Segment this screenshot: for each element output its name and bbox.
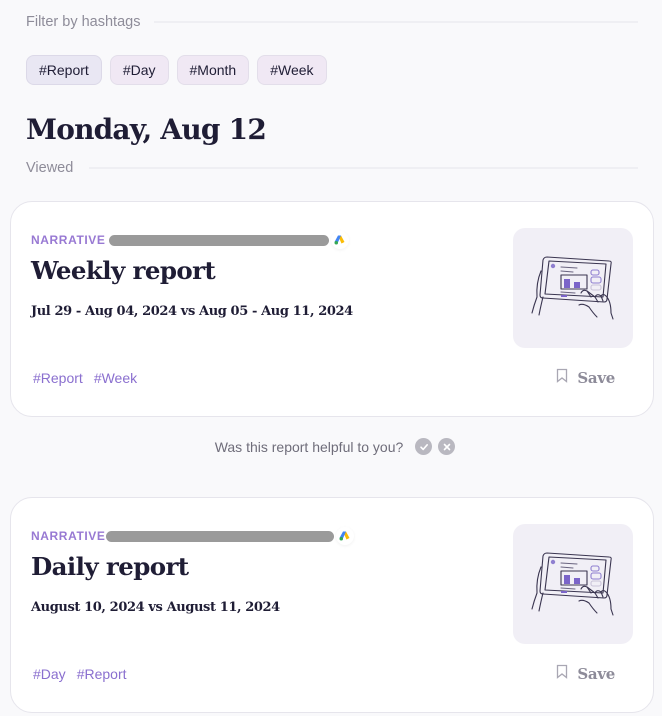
viewed-label: Viewed	[26, 160, 74, 176]
category-label: NARRATIVE	[31, 529, 106, 543]
hashtag-filter-report[interactable]: #Report	[26, 55, 102, 85]
reports-feed: Filter by hashtags #Report #Day #Month #…	[0, 0, 662, 716]
feedback-prompt: Was this report helpful to you?	[0, 438, 662, 455]
tag-report[interactable]: #Report	[77, 666, 127, 682]
save-label: Save	[577, 665, 615, 683]
divider	[154, 21, 638, 23]
filter-label: Filter by hashtags	[26, 14, 141, 30]
redacted-account-name	[105, 530, 334, 542]
report-date-range: Jul 29 - Aug 04, 2024 vs Aug 05 - Aug 11…	[31, 304, 353, 319]
report-title[interactable]: Weekly report	[31, 256, 216, 285]
card-tags: #Report #Week	[33, 370, 137, 386]
bookmark-icon	[556, 368, 568, 388]
tag-day[interactable]: #Day	[33, 666, 66, 682]
card-tags: #Day #Report	[33, 666, 127, 682]
tag-report[interactable]: #Report	[33, 370, 83, 386]
check-circle-icon[interactable]	[415, 438, 433, 455]
hashtag-filter-list: #Report #Day #Month #Week	[26, 55, 327, 85]
google-ads-icon	[330, 231, 349, 249]
x-circle-icon[interactable]	[438, 438, 456, 455]
report-date-range: August 10, 2024 vs August 11, 2024	[31, 600, 280, 615]
google-ads-icon	[335, 527, 354, 545]
bookmark-icon	[556, 664, 568, 684]
divider	[89, 167, 638, 169]
filter-header: Filter by hashtags	[26, 14, 638, 30]
report-card[interactable]: NARRATIVE Weekly report Jul 29 - Aug 04,…	[10, 201, 654, 417]
hashtag-filter-month[interactable]: #Month	[176, 55, 250, 85]
hashtag-filter-week[interactable]: #Week	[257, 55, 327, 85]
report-title[interactable]: Daily report	[31, 552, 189, 581]
tablet-report-illustration	[513, 228, 633, 348]
feedback-question: Was this report helpful to you?	[214, 438, 404, 455]
save-button[interactable]: Save	[556, 368, 615, 388]
report-card[interactable]: NARRATIVE Daily report August 10, 2024 v…	[10, 497, 654, 713]
day-heading: Monday, Aug 12	[26, 113, 267, 146]
category-label: NARRATIVE	[31, 233, 106, 247]
hashtag-filter-day[interactable]: #Day	[109, 55, 169, 85]
card-meta: NARRATIVE	[31, 231, 349, 249]
save-label: Save	[577, 369, 615, 387]
save-button[interactable]: Save	[556, 664, 615, 684]
tag-week[interactable]: #Week	[94, 370, 137, 386]
tablet-report-illustration	[513, 524, 633, 644]
viewed-header: Viewed	[26, 160, 638, 176]
redacted-account-name	[108, 234, 329, 246]
card-meta: NARRATIVE	[31, 527, 354, 545]
